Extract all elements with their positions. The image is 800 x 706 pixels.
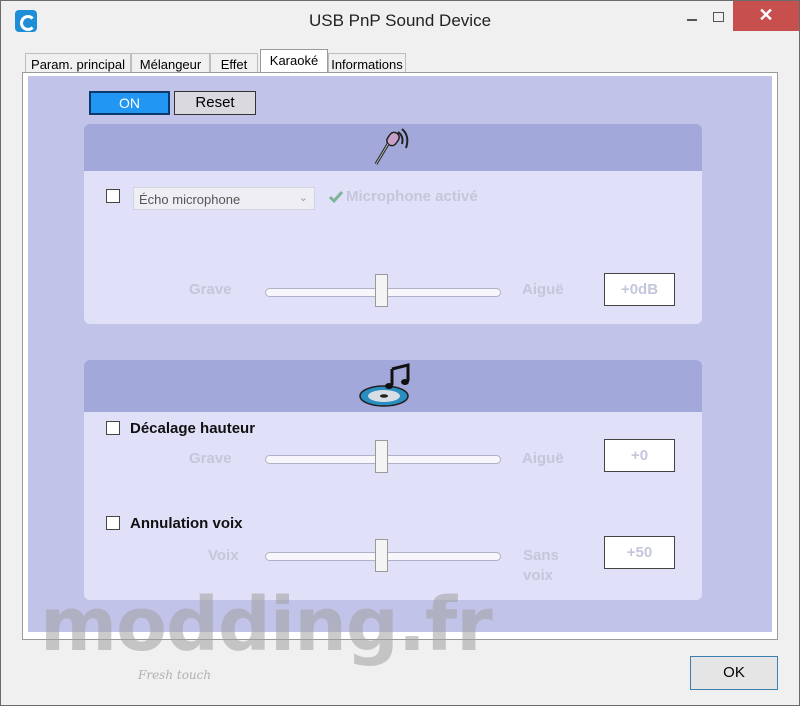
watermark-logo: modding.fr [40, 582, 493, 668]
voice-slider-left-label: Voix [208, 547, 239, 564]
tab-effet[interactable]: Effet [210, 53, 258, 74]
tab-informations[interactable]: Informations [328, 53, 406, 74]
mic-slider-left-label: Grave [189, 281, 232, 298]
pitch-slider-thumb[interactable] [375, 440, 388, 473]
watermark-tagline: Fresh touch [138, 668, 212, 682]
on-button[interactable]: ON [89, 91, 170, 115]
microphone-status-label: Microphone activé [346, 188, 478, 205]
tab-param-principal[interactable]: Param. principal [25, 53, 131, 74]
microphone-icon [374, 128, 409, 165]
tab-melangeur[interactable]: Mélangeur [131, 53, 210, 74]
voice-slider-right-label-line1: Sans [523, 547, 559, 564]
pitch-shift-checkbox[interactable] [106, 421, 120, 435]
pitch-shift-label: Décalage hauteur [130, 420, 256, 437]
pitch-value-box: +0 [604, 439, 675, 472]
music-section-header [84, 360, 702, 412]
reset-button[interactable]: Reset [174, 91, 256, 115]
echo-microphone-select[interactable]: Écho microphone ⌄ [133, 187, 315, 210]
pitch-slider-right-label: Aiguë [522, 450, 564, 467]
mic-value-box: +0dB [604, 273, 675, 306]
checkmark-icon [328, 191, 344, 204]
mic-slider-right-label: Aiguë [522, 281, 564, 298]
ok-button[interactable]: OK [690, 656, 778, 690]
chevron-down-icon: ⌄ [298, 192, 308, 204]
close-button[interactable]: ✕ [733, 1, 799, 31]
voice-cancel-label: Annulation voix [130, 515, 243, 532]
mic-slider-thumb[interactable] [375, 274, 388, 307]
voice-value-box: +50 [604, 536, 675, 569]
voice-slider-right-label-line2: voix [523, 567, 554, 584]
close-icon: ✕ [758, 5, 774, 25]
echo-microphone-checkbox[interactable] [106, 189, 120, 203]
echo-microphone-select-value: Écho microphone [139, 192, 241, 207]
music-note-disc-icon [359, 363, 410, 407]
voice-cancel-checkbox[interactable] [106, 516, 120, 530]
voice-slider-thumb[interactable] [375, 539, 388, 572]
microphone-section-header [84, 124, 702, 171]
title-bar[interactable]: USB PnP Sound Device ✕ [1, 1, 799, 41]
pitch-slider-left-label: Grave [189, 450, 232, 467]
